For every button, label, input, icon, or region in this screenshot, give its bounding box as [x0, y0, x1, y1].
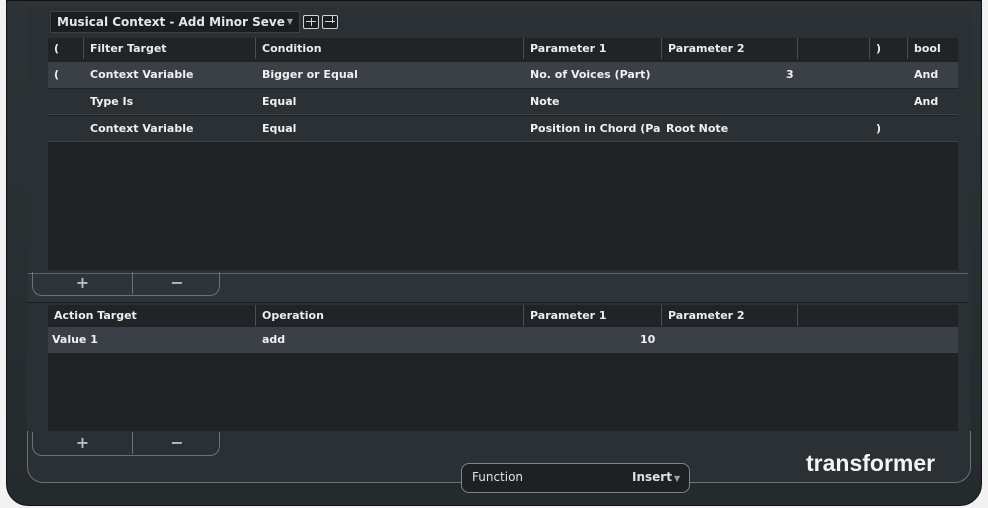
action-header-parameter-1[interactable]: Parameter 1: [524, 305, 662, 326]
cell-param2[interactable]: 3: [786, 62, 806, 88]
table-row[interactable]: Context Variable Equal Position in Chord…: [48, 116, 958, 142]
cell-target[interactable]: Context Variable: [90, 116, 256, 142]
cell-condition[interactable]: Bigger or Equal: [262, 62, 524, 88]
cell-target[interactable]: Type Is: [90, 89, 256, 115]
function-value[interactable]: Insert ▼: [632, 470, 680, 484]
remove-filter-button[interactable]: −: [137, 272, 217, 294]
preset-selector[interactable]: Musical Context - Add Minor Seve ▼: [50, 11, 301, 33]
cell-operation[interactable]: add: [262, 327, 524, 353]
cell-bool[interactable]: [914, 116, 954, 142]
cell-condition[interactable]: Equal: [262, 89, 524, 115]
action-header-blank[interactable]: [798, 305, 958, 326]
cell-bool[interactable]: And: [914, 89, 954, 115]
cell-target[interactable]: Value 1: [52, 327, 252, 353]
table-row[interactable]: Value 1 add 10: [48, 327, 958, 353]
cell-param2[interactable]: [786, 89, 806, 115]
cell-param1[interactable]: 10: [640, 327, 660, 353]
cell-bool[interactable]: And: [914, 62, 954, 88]
add-action-button[interactable]: +: [33, 432, 133, 454]
table-row[interactable]: ( Context Variable Bigger or Equal No. o…: [48, 62, 958, 88]
preset-bar: Musical Context - Add Minor Seve ▼: [50, 10, 339, 34]
cell-open[interactable]: [54, 89, 80, 115]
cell-condition[interactable]: Equal: [262, 116, 524, 142]
filter-table: ( Filter Target Condition Parameter 1 Pa…: [48, 38, 958, 270]
chevron-down-icon: ▼: [673, 474, 681, 483]
filter-header-parameter-1[interactable]: Parameter 1: [524, 38, 662, 59]
cell-open[interactable]: (: [54, 62, 80, 88]
preset-name-label: Musical Context - Add Minor Seve: [57, 15, 285, 29]
cell-param1[interactable]: Note: [530, 89, 730, 115]
filter-header-blank[interactable]: [798, 38, 870, 59]
add-filter-button[interactable]: +: [33, 272, 133, 294]
cell-close[interactable]: ): [876, 116, 902, 142]
cell-param1[interactable]: No. of Voices (Part): [530, 62, 730, 88]
cell-open[interactable]: [54, 116, 80, 142]
action-header-action-target[interactable]: Action Target: [48, 305, 256, 326]
remove-preset-icon[interactable]: [322, 15, 339, 29]
cell-param1[interactable]: Position in Chord (Pa: [530, 116, 666, 142]
remove-action-button[interactable]: −: [137, 432, 217, 454]
action-toolbar: + −: [32, 432, 220, 456]
table-row[interactable]: Type Is Equal Note And: [48, 89, 958, 115]
filter-header-filter-target[interactable]: Filter Target: [84, 38, 256, 59]
cell-param2[interactable]: Root Note: [666, 116, 796, 142]
action-header-parameter-2[interactable]: Parameter 2: [662, 305, 798, 326]
filter-header-open-bracket[interactable]: (: [48, 38, 84, 59]
brand-logo: transformer: [806, 450, 936, 476]
cell-close[interactable]: [876, 89, 902, 115]
filter-toolbar: + −: [32, 272, 220, 296]
filter-header-parameter-2[interactable]: Parameter 2: [662, 38, 798, 59]
function-selector[interactable]: Function Insert ▼: [461, 463, 690, 493]
chevron-down-icon: ▼: [286, 17, 294, 26]
store-preset-icon[interactable]: [303, 15, 320, 29]
cell-target[interactable]: Context Variable: [90, 62, 256, 88]
action-table: Action Target Operation Parameter 1 Para…: [48, 305, 958, 431]
action-header-operation[interactable]: Operation: [256, 305, 524, 326]
filter-header-bool[interactable]: bool: [908, 38, 958, 59]
filter-header-close-bracket[interactable]: ): [870, 38, 908, 59]
function-value-text: Insert: [632, 470, 672, 484]
cell-param2[interactable]: [666, 327, 796, 353]
function-label: Function: [472, 470, 524, 484]
filter-header-condition[interactable]: Condition: [256, 38, 524, 59]
cell-close[interactable]: [876, 62, 902, 88]
